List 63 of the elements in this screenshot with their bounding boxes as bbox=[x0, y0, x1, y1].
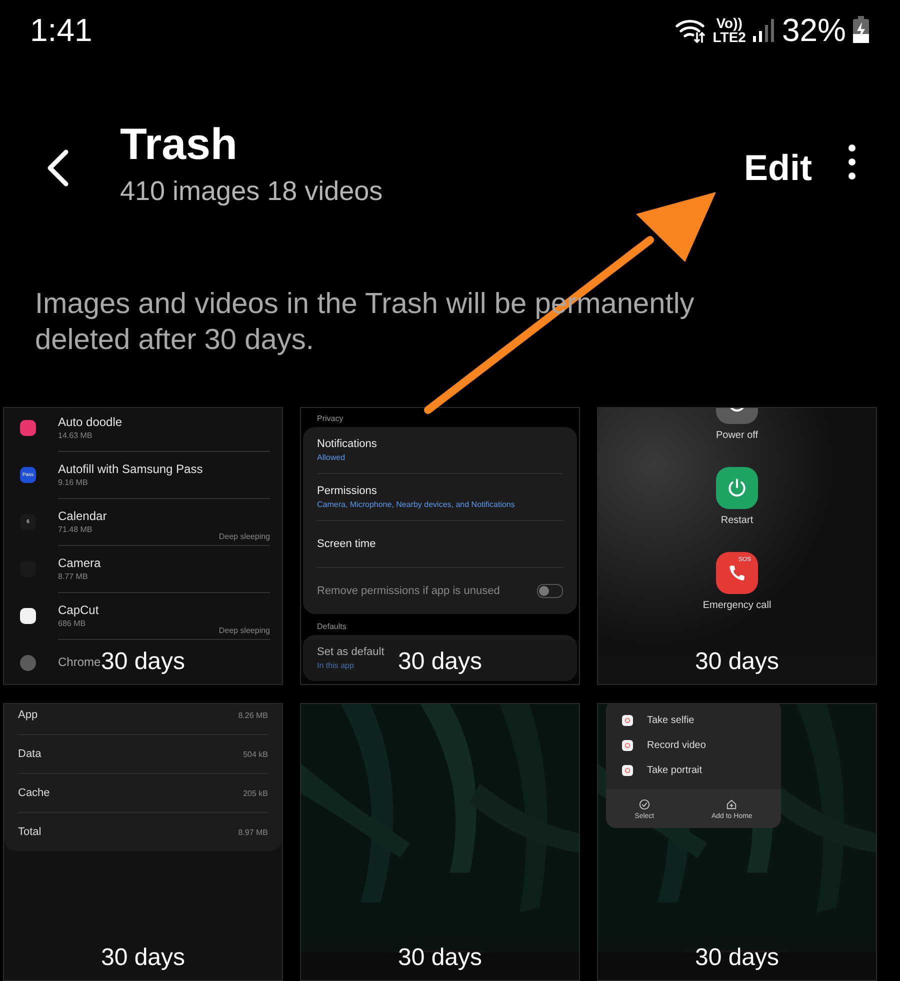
storage-label: Cache bbox=[18, 787, 50, 799]
camera-mode-icon bbox=[622, 740, 633, 751]
days-left: 30 days bbox=[398, 648, 482, 676]
status-time: 1:41 bbox=[30, 12, 92, 48]
signal-icon bbox=[752, 17, 776, 43]
setting-detail: Allowed bbox=[317, 453, 346, 462]
battery-percent: 32% bbox=[782, 12, 846, 48]
power-option-label: Emergency call bbox=[702, 600, 772, 611]
home-plus-icon bbox=[726, 799, 738, 810]
network-type: LTE2 bbox=[712, 30, 746, 44]
setting-title: Remove permissions if app is unused bbox=[317, 585, 500, 597]
menu-entry: Take portrait bbox=[647, 765, 702, 776]
app-status: Deep sleeping bbox=[218, 532, 270, 540]
days-left: 30 days bbox=[100, 648, 186, 676]
storage-value: 8.97 MB bbox=[238, 828, 268, 836]
setting-detail: In this app bbox=[317, 661, 354, 670]
page-title: Trash bbox=[120, 120, 238, 170]
section-heading: Privacy bbox=[316, 414, 344, 425]
section-heading: Defaults bbox=[316, 622, 348, 633]
camera-mode-icon bbox=[622, 765, 633, 776]
trash-thumbnail[interactable]: App 8.26 MB Data 504 kB Cache 205 kB Total 8.97 MB 30 days bbox=[3, 703, 283, 981]
days-left: 30 days bbox=[694, 648, 780, 676]
item-count: 410 images 18 videos bbox=[120, 176, 384, 207]
storage-label: App bbox=[18, 709, 38, 721]
battery-charging-icon bbox=[852, 16, 870, 44]
app-icon bbox=[20, 654, 36, 670]
app-size: 14.63 MB bbox=[58, 430, 94, 440]
storage-value: 205 kB bbox=[243, 788, 268, 798]
app-size: 9.16 MB bbox=[58, 478, 89, 486]
days-left: 30 days bbox=[100, 944, 186, 972]
volte-indicator: Vo)) bbox=[716, 16, 742, 30]
power-option-label: Power off bbox=[716, 430, 758, 441]
app-name: CapCut bbox=[58, 602, 99, 616]
power-icon bbox=[726, 477, 748, 499]
menu-entry: Record video bbox=[647, 740, 706, 751]
app-status: Deep sleeping bbox=[218, 626, 270, 634]
days-left: 30 days bbox=[398, 944, 482, 972]
storage-value: 504 kB bbox=[243, 750, 268, 758]
camera-mode-icon bbox=[622, 715, 633, 726]
app-size: 71.48 MB bbox=[58, 524, 94, 534]
app-name: Chrome bbox=[58, 655, 101, 669]
setting-detail: Camera, Microphone, Nearby devices, and Notifications bbox=[317, 500, 515, 509]
app-name: Autofill with Samsung Pass bbox=[58, 462, 203, 476]
check-circle-icon bbox=[638, 799, 650, 810]
app-name: Camera bbox=[58, 556, 101, 570]
storage-label: Total bbox=[18, 826, 42, 838]
trash-thumbnail[interactable]: 30 days bbox=[300, 703, 580, 981]
wifi-icon bbox=[674, 17, 707, 43]
app-name: Auto doodle bbox=[58, 414, 122, 428]
app-size: 686 MB bbox=[58, 618, 87, 628]
app-name: Calendar bbox=[58, 508, 107, 522]
storage-label: Data bbox=[18, 748, 42, 760]
setting-title: Notifications bbox=[317, 438, 377, 450]
setting-title: Set as default bbox=[317, 646, 384, 658]
setting-title: Permissions bbox=[317, 485, 377, 497]
edit-button[interactable]: Edit bbox=[744, 147, 812, 189]
power-option-label: Restart bbox=[720, 515, 754, 526]
more-icon bbox=[848, 144, 856, 180]
menu-entry: Take selfie bbox=[647, 715, 694, 726]
app-size: 8.77 MB bbox=[58, 572, 89, 580]
storage-value: 8.26 MB bbox=[238, 710, 268, 720]
setting-title: Screen time bbox=[317, 538, 376, 550]
days-left: 30 days bbox=[694, 944, 780, 972]
